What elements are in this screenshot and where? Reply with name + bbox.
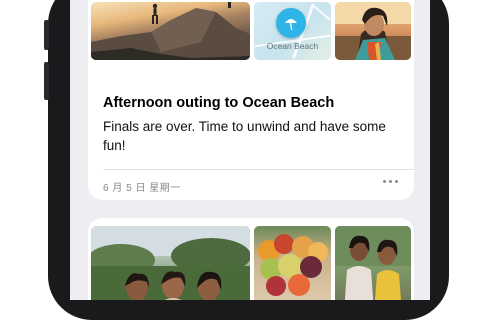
memory-card-second[interactable] [88, 218, 414, 300]
memory-date: 6 月 5 日 星期一 [103, 183, 181, 194]
photo-two-friends[interactable] [335, 226, 411, 300]
photo-hiker-on-rock[interactable] [91, 2, 250, 60]
photo-portrait[interactable] [335, 2, 411, 60]
photo-fruit-bowl[interactable] [254, 226, 331, 300]
memory-description: Finals are over. Time to unwind and have… [103, 119, 386, 153]
card-divider [103, 169, 414, 170]
beach-umbrella-icon [276, 8, 306, 38]
map-location-label: Ocean Beach [266, 41, 319, 51]
phone-screen: Ocean Beach Afternoon outing to Ocean Be… [70, 0, 430, 300]
phone-side-button [44, 20, 49, 50]
memory-card[interactable]: Ocean Beach Afternoon outing to Ocean Be… [88, 0, 414, 200]
memory-title: Afternoon outing to Ocean Beach [103, 95, 335, 111]
photo-group-friends[interactable] [91, 226, 250, 300]
ellipsis-icon[interactable] [381, 176, 400, 187]
map-thumbnail[interactable]: Ocean Beach [254, 2, 331, 60]
phone-side-button [44, 62, 49, 100]
